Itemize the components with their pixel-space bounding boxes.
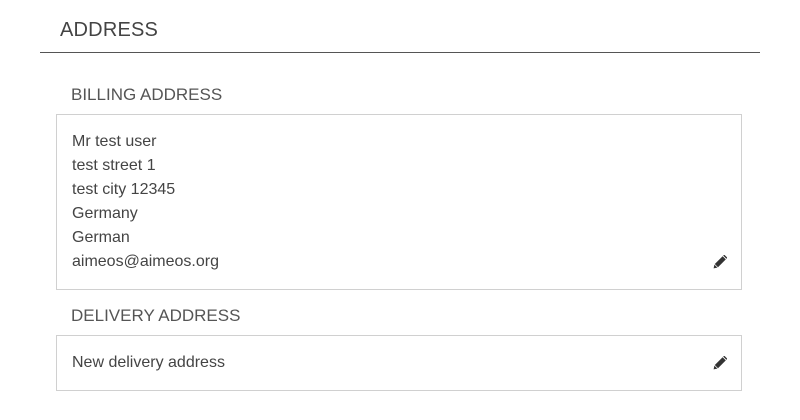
section-title: ADDRESS (60, 19, 159, 41)
billing-street: test street 1 (72, 157, 156, 174)
new-delivery-address-label[interactable]: New delivery address (72, 351, 225, 375)
billing-address-title: BILLING ADDRESS (71, 85, 223, 104)
billing-address-box: Mr test user test street 1 test city 123… (56, 114, 742, 290)
billing-language: German (72, 229, 130, 246)
billing-name: Mr test user (72, 133, 157, 150)
billing-address-lines: Mr test user test street 1 test city 123… (72, 130, 219, 274)
pencil-icon (713, 255, 727, 269)
delivery-address-box: New delivery address (56, 335, 742, 391)
billing-country: Germany (72, 205, 138, 222)
section-divider (40, 52, 760, 53)
delivery-edit-pencil-icon[interactable] (713, 356, 727, 370)
billing-city: test city 12345 (72, 181, 176, 198)
pencil-icon (713, 356, 727, 370)
billing-edit-pencil-icon[interactable] (713, 255, 727, 269)
billing-email: aimeos@aimeos.org (72, 253, 219, 270)
delivery-address-title: DELIVERY ADDRESS (71, 306, 241, 325)
